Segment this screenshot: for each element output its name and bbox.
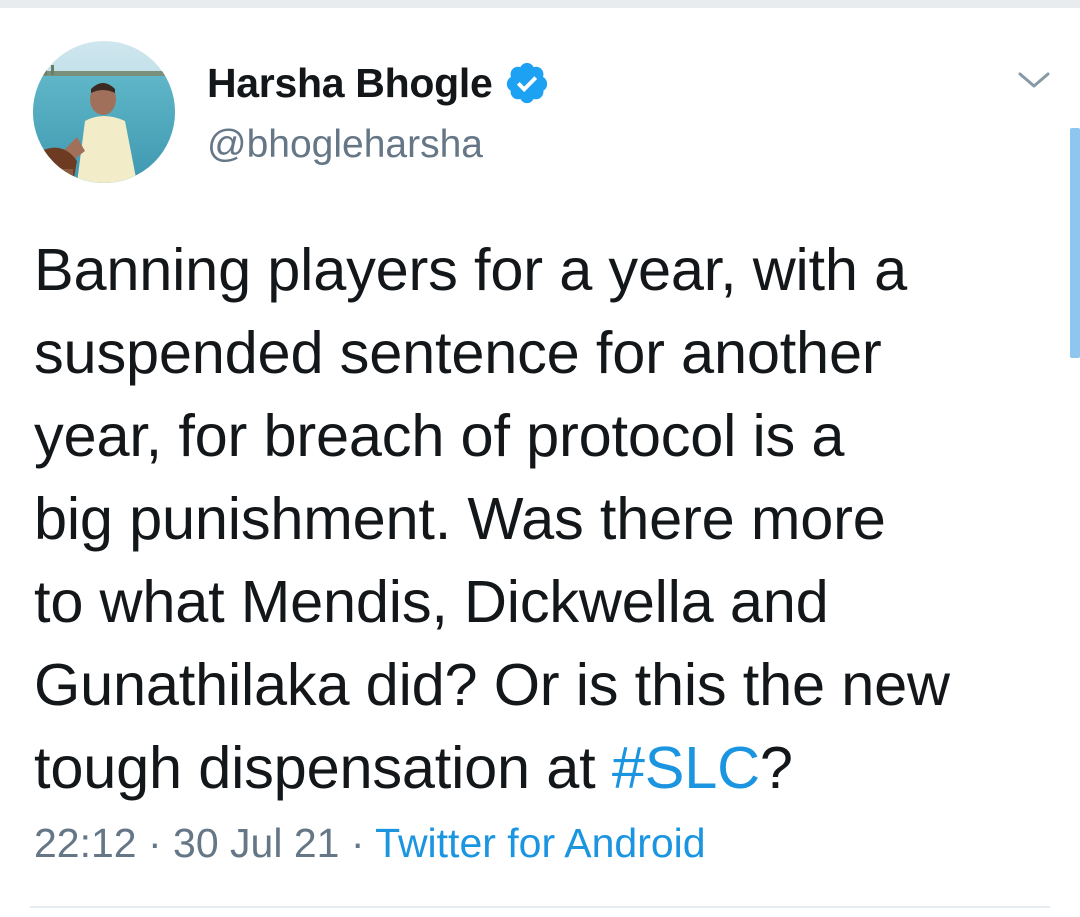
tweet-text: Banning players for a year, with a suspe… bbox=[34, 228, 1074, 809]
author-handle[interactable]: @bhogleharsha bbox=[207, 123, 483, 167]
avatar[interactable] bbox=[33, 41, 175, 183]
tweet-meta: 22:12 · 30 Jul 21 · Twitter for Android bbox=[34, 820, 706, 867]
tweet-source-link[interactable]: Twitter for Android bbox=[375, 820, 705, 866]
author-name-row[interactable]: Harsha Bhogle bbox=[207, 55, 550, 111]
tweet-line-suffix: ? bbox=[759, 734, 793, 801]
tweet-line: Gunathilaka did? Or is this the new bbox=[34, 651, 950, 718]
tweet-line-prefix: tough dispensation at bbox=[34, 734, 612, 801]
tweet-time[interactable]: 22:12 bbox=[34, 820, 137, 866]
chevron-down-icon[interactable] bbox=[1016, 68, 1052, 92]
tweet-last-line: tough dispensation at #SLC? bbox=[34, 726, 1074, 809]
avatar-photo bbox=[33, 41, 175, 183]
tweet-line: Banning players for a year, with a bbox=[34, 236, 907, 303]
bottom-divider bbox=[30, 906, 1050, 908]
tweet-line: year, for breach of protocol is a bbox=[34, 402, 845, 469]
top-divider bbox=[0, 0, 1080, 8]
meta-separator: · bbox=[339, 820, 376, 866]
author-display-name[interactable]: Harsha Bhogle bbox=[207, 60, 493, 107]
meta-separator: · bbox=[136, 820, 174, 866]
verified-badge-icon bbox=[504, 60, 550, 106]
tweet-line: to what Mendis, Dickwella and bbox=[34, 568, 829, 635]
tweet-line: big punishment. Was there more bbox=[34, 485, 886, 552]
hashtag-link[interactable]: #SLC bbox=[612, 734, 760, 801]
tweet-date[interactable]: 30 Jul 21 bbox=[173, 820, 339, 866]
tweet-line: suspended sentence for another bbox=[34, 319, 882, 386]
